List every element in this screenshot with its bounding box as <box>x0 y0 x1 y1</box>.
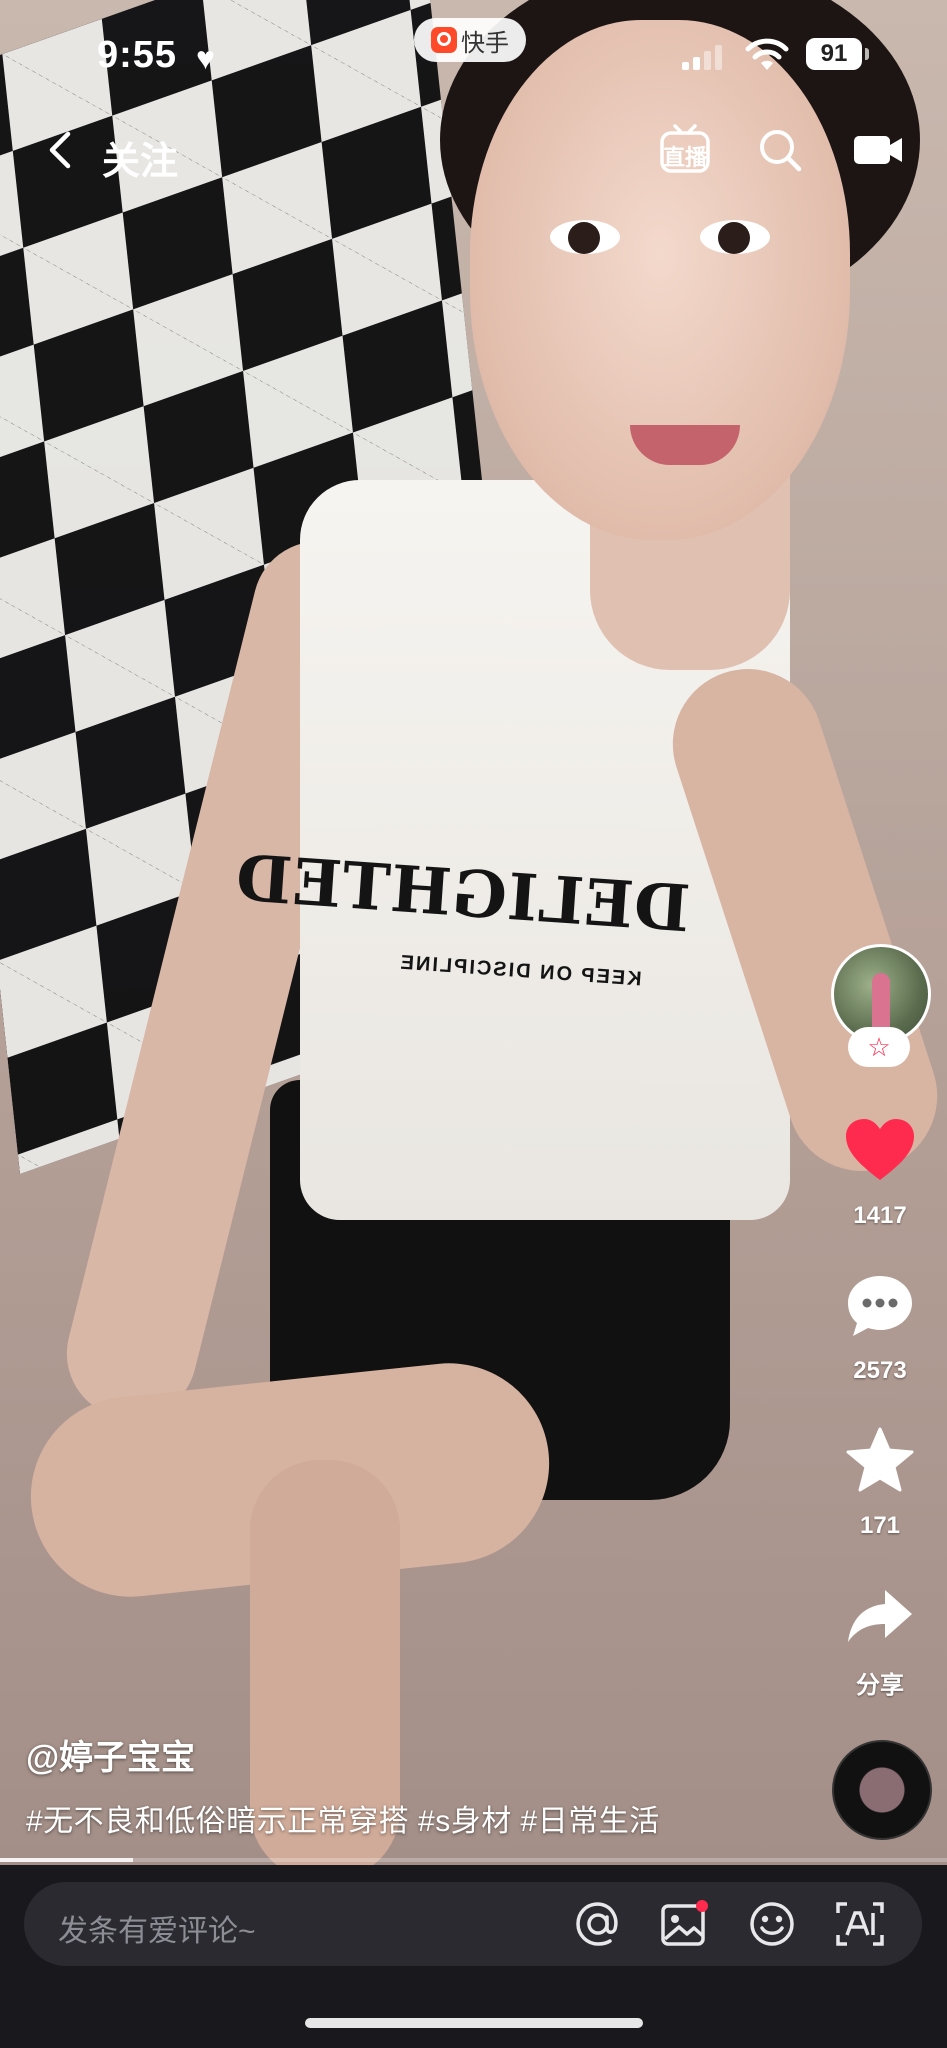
video-eye-right <box>700 220 770 254</box>
app-badge[interactable]: 快手 <box>414 18 526 62</box>
live-label: 直播 <box>662 145 707 170</box>
like-count: 1417 <box>853 1202 907 1229</box>
favorite-button[interactable] <box>840 1420 920 1500</box>
share-button[interactable] <box>840 1576 920 1656</box>
image-button[interactable] <box>658 1898 710 1950</box>
comment-input[interactable]: 发条有爱评论~ <box>24 1882 922 1966</box>
kuaishou-logo-icon <box>431 27 457 53</box>
video-progress-bar[interactable] <box>0 1858 947 1862</box>
image-icon <box>661 1900 708 1946</box>
ai-icon <box>836 1902 884 1946</box>
comment-placeholder: 发条有爱评论~ <box>58 1915 256 1948</box>
video-player[interactable]: DELIGHTED KEEP ON DISCIPLINE <box>0 0 947 1865</box>
video-description[interactable]: #无不良和低俗暗示正常穿搭 #s身材 #日常生活 <box>26 1796 660 1840</box>
page-title[interactable]: 关注 <box>102 130 178 185</box>
star-icon <box>846 1427 914 1492</box>
status-bar: 9:55 ♥ 快手 91 <box>0 0 947 110</box>
ai-button[interactable] <box>834 1898 886 1950</box>
music-disc-icon[interactable] <box>832 1740 932 1840</box>
comment-icon <box>848 1276 912 1336</box>
like-button[interactable] <box>840 1110 920 1190</box>
home-indicator[interactable] <box>305 2018 643 2028</box>
favorite-count: 171 <box>859 1512 901 1539</box>
emoji-icon <box>750 1902 794 1946</box>
at-icon <box>576 1902 618 1946</box>
video-lips <box>630 425 740 465</box>
follow-button[interactable]: ☆ <box>848 1027 910 1067</box>
video-eye-left <box>550 220 620 254</box>
heart-icon: ♥ <box>196 40 215 76</box>
video-progress-fill <box>0 1858 133 1862</box>
app-name: 快手 <box>461 29 509 57</box>
share-label: 分享 <box>856 1672 904 1699</box>
camera-icon[interactable] <box>852 130 904 170</box>
comment-button[interactable] <box>840 1266 920 1346</box>
video-subject: DELIGHTED KEEP ON DISCIPLINE <box>20 0 947 1865</box>
battery-indicator: 91 <box>806 38 869 70</box>
battery-level: 91 <box>820 40 848 67</box>
wifi-icon <box>745 38 789 70</box>
heart-icon <box>846 1119 914 1180</box>
mention-button[interactable] <box>572 1898 624 1950</box>
search-icon[interactable] <box>756 126 804 174</box>
emoji-button[interactable] <box>746 1898 798 1950</box>
back-icon[interactable] <box>42 128 82 172</box>
share-icon <box>848 1590 912 1642</box>
author-name[interactable]: @婷子宝宝 <box>26 1730 195 1779</box>
status-time: 9:55 <box>97 34 178 76</box>
comment-count: 2573 <box>853 1357 907 1384</box>
star-icon: ☆ <box>867 1031 891 1062</box>
cellular-signal-icon <box>682 44 722 70</box>
